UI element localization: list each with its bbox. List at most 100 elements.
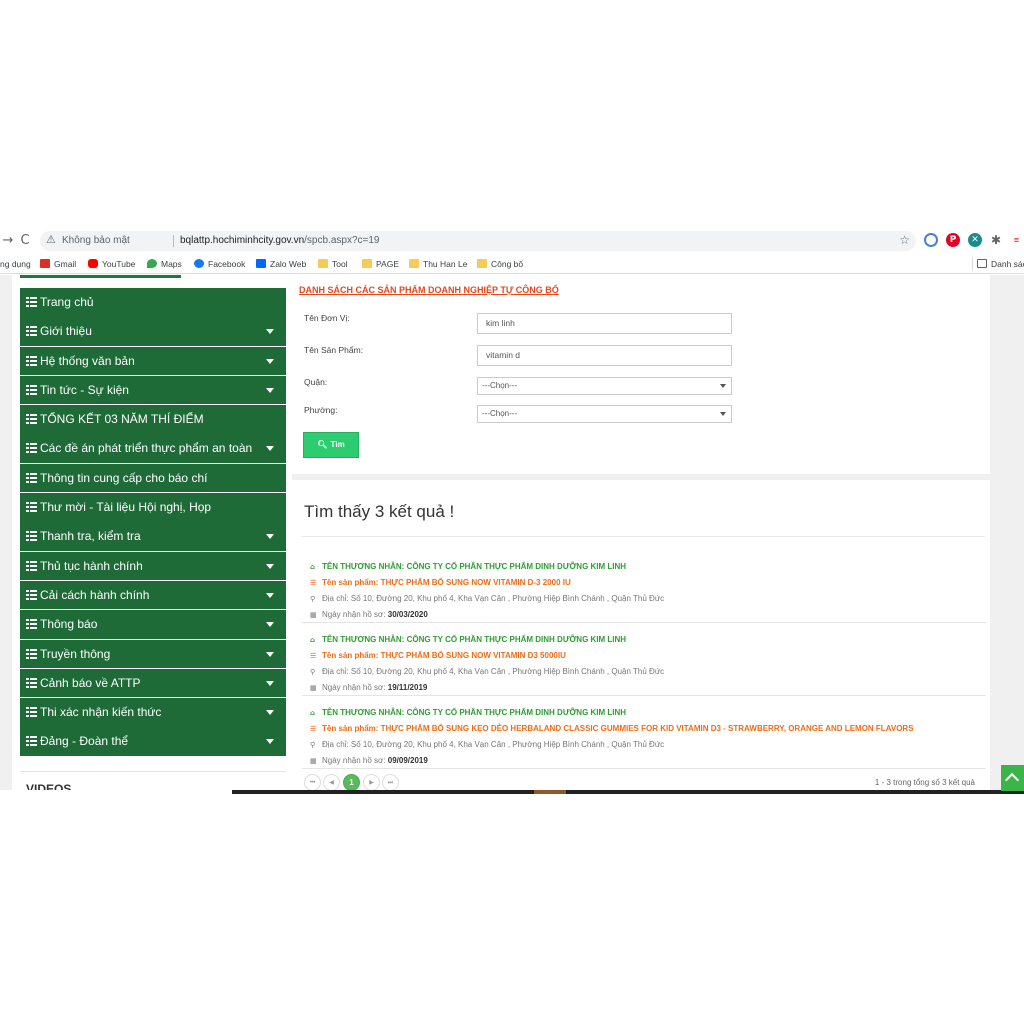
caret-down-icon — [266, 622, 274, 628]
gmail-icon — [40, 259, 50, 268]
sidebar-item[interactable]: Thanh tra, kiểm tra — [20, 522, 286, 551]
folder-icon — [318, 259, 328, 268]
ward-select[interactable]: ---Chọn--- — [477, 405, 732, 423]
bottom-edge-white — [0, 790, 232, 794]
sidebar-item[interactable]: Các đề án phát triển thực phẩm an toàn — [20, 434, 286, 463]
browser-window: → C ⚠ Không bảo mật bqlattp.hochiminhcit… — [0, 228, 1024, 794]
product-input[interactable]: vitamin d — [477, 345, 732, 366]
result-item: ⌂ TÊN THƯƠNG NHÂN: CÔNG TY CỔ PHẦN THỰC P… — [302, 696, 986, 769]
result-merchant[interactable]: ⌂ TÊN THƯƠNG NHÂN: CÔNG TY CỔ PHẦN THỰC P… — [310, 635, 626, 644]
scroll-to-top-button[interactable] — [1001, 765, 1024, 791]
bookmark-page[interactable]: PAGE — [362, 257, 399, 271]
youtube-icon — [88, 259, 98, 268]
extension-teal-icon[interactable]: ✕ — [968, 233, 982, 247]
sidebar-item-label: Thanh tra, kiểm tra — [40, 529, 141, 544]
sidebar-item[interactable]: Cải cách hành chính — [20, 580, 286, 610]
ward-label: Phường: — [304, 405, 338, 415]
folder-icon — [477, 259, 487, 268]
sidebar-item-label: Các đề án phát triển thực phẩm an toàn — [40, 441, 253, 456]
extension-circle-icon[interactable] — [924, 233, 938, 247]
bottom-dark-bar — [232, 790, 1024, 794]
caret-down-icon — [266, 651, 274, 657]
sidebar-item-label: Thi xác nhận kiến thức — [40, 705, 162, 720]
map-marker-icon: ⚲ — [310, 595, 316, 603]
results-heading: Tìm thấy 3 kết quả ! — [304, 502, 455, 521]
district-select[interactable]: ---Chọn--- — [477, 377, 732, 395]
list-icon — [26, 736, 37, 747]
sidebar-item[interactable]: Cảnh báo về ATTP — [20, 668, 286, 698]
address-divider — [173, 235, 174, 247]
result-merchant[interactable]: ⌂ TÊN THƯƠNG NHÂN: CÔNG TY CỔ PHẦN THỰC P… — [310, 562, 626, 571]
page-1-button[interactable]: 1 — [343, 774, 360, 791]
results-divider — [302, 536, 985, 537]
first-page-button[interactable]: ⏮ — [304, 774, 321, 791]
caret-down-icon — [266, 358, 274, 364]
search-icon: 🔍︎ — [317, 440, 328, 449]
arrow-right-icon: → — [2, 233, 14, 248]
last-page-button[interactable]: ⏭ — [382, 774, 399, 791]
result-merchant[interactable]: ⌂ TÊN THƯƠNG NHÂN: CÔNG TY CỔ PHẦN THỰC P… — [310, 708, 626, 717]
sidebar-item[interactable]: Truyền thông — [20, 639, 286, 669]
search-button[interactable]: 🔍︎ Tìm — [303, 432, 359, 458]
next-page-button[interactable]: ▶ — [363, 774, 380, 791]
caret-down-icon — [266, 592, 274, 598]
bookmark-maps[interactable]: Maps — [147, 257, 182, 271]
result-product[interactable]: ☰ Tên sản phẩm: THỰC PHẨM BỔ SUNG NOW VIT… — [310, 578, 571, 587]
extension-red-icon[interactable]: ≡ — [1009, 233, 1024, 247]
product-label: Tên Sản Phẩm: — [304, 345, 364, 355]
search-title: DANH SÁCH CÁC SẢN PHẨM DOANH NGHIỆP TỰ C… — [299, 285, 559, 295]
sidebar-item[interactable]: TỔNG KẾT 03 NĂM THÍ ĐIỂM — [20, 405, 286, 434]
bookmark-youtube[interactable]: YouTube — [88, 257, 135, 271]
map-marker-icon: ⚲ — [310, 668, 316, 676]
result-product[interactable]: ☰ Tên sản phẩm: THỰC PHẨM BỔ SUNG KẸO DẺO… — [310, 724, 914, 733]
sidebar-item[interactable]: Tin tức - Sự kiện — [20, 375, 286, 405]
result-address: ⚲ Địa chỉ: Số 10, Đường 20, Khu phố 4, Kh… — [310, 740, 665, 749]
bookmark-zalo[interactable]: Zalo Web — [256, 257, 306, 271]
list-icon: ☰ — [310, 725, 317, 733]
home-icon: ⌂ — [310, 709, 316, 717]
calendar-icon: ▦ — [310, 611, 317, 619]
caret-down-icon — [266, 680, 274, 686]
bookmark-thu-han-le[interactable]: Thu Han Le — [409, 257, 467, 271]
url-host: bqlattp.hochiminhcity.gov.vn — [180, 235, 305, 246]
sidebar-item[interactable]: Giới thiệu — [20, 317, 286, 346]
reload-button[interactable]: C — [17, 233, 33, 249]
reading-list-icon — [977, 259, 987, 268]
list-icon — [26, 560, 37, 571]
bookmark-gmail[interactable]: Gmail — [40, 257, 76, 271]
url-text: bqlattp.hochiminhcity.gov.vn/spcb.aspx?c… — [180, 235, 379, 246]
bookmark-facebook[interactable]: Facebook — [194, 257, 245, 271]
caret-down-icon — [266, 446, 274, 452]
address-bar[interactable]: ⚠ Không bảo mật bqlattp.hochiminhcity.go… — [40, 231, 916, 251]
sidebar-item-label: Thủ tục hành chính — [40, 558, 143, 573]
bookmark-apps[interactable]: ng dụng — [0, 257, 31, 271]
browser-toolbar: → C ⚠ Không bảo mật bqlattp.hochiminhcit… — [0, 228, 1024, 254]
results-panel: Tìm thấy 3 kết quả ! ⌂ TÊN THƯƠNG NHÂN: C… — [292, 480, 990, 794]
sidebar-item[interactable]: Thông báo — [20, 610, 286, 639]
unit-input[interactable]: kim linh — [477, 313, 732, 334]
result-product[interactable]: ☰ Tên sản phẩm: THỰC PHẨM BỔ SUNG NOW VIT… — [310, 651, 566, 660]
sidebar-item[interactable]: Thủ tục hành chính — [20, 551, 286, 581]
sidebar-item[interactable]: Thi xác nhận kiến thức — [20, 698, 286, 727]
list-icon — [26, 384, 37, 395]
result-address: ⚲ Địa chỉ: Số 10, Đường 20, Khu phố 4, Kh… — [310, 667, 665, 676]
map-marker-icon: ⚲ — [310, 741, 316, 749]
sidebar-item-label: Thông báo — [40, 617, 98, 632]
prev-page-button[interactable]: ◀ — [323, 774, 340, 791]
pinterest-icon[interactable]: P — [946, 233, 960, 247]
sidebar-item[interactable]: Thư mời - Tài liệu Hội nghị, Họp — [20, 493, 286, 522]
sidebar-item[interactable]: Trang chủ — [20, 288, 286, 317]
reading-list[interactable]: Danh sác — [972, 257, 1024, 271]
sidebar-item[interactable]: Hệ thống văn bản — [20, 346, 286, 376]
sidebar-item[interactable]: Đảng - Đoàn thể — [20, 727, 286, 756]
warning-icon: ⚠ — [46, 233, 56, 246]
puzzle-icon[interactable]: ✱ — [989, 233, 1003, 247]
list-icon — [26, 414, 37, 425]
bookmark-star-icon[interactable]: ☆ — [899, 233, 910, 247]
pagination-info: 1 - 3 trong tổng số 3 kết quả — [874, 778, 975, 787]
bookmark-tool[interactable]: Tool — [318, 257, 348, 271]
sidebar-item[interactable]: Thông tin cung cấp cho báo chí — [20, 463, 286, 493]
forward-button[interactable]: → — [0, 233, 16, 249]
list-icon — [26, 502, 37, 513]
bookmark-cong-bo[interactable]: Công bố — [477, 257, 523, 271]
